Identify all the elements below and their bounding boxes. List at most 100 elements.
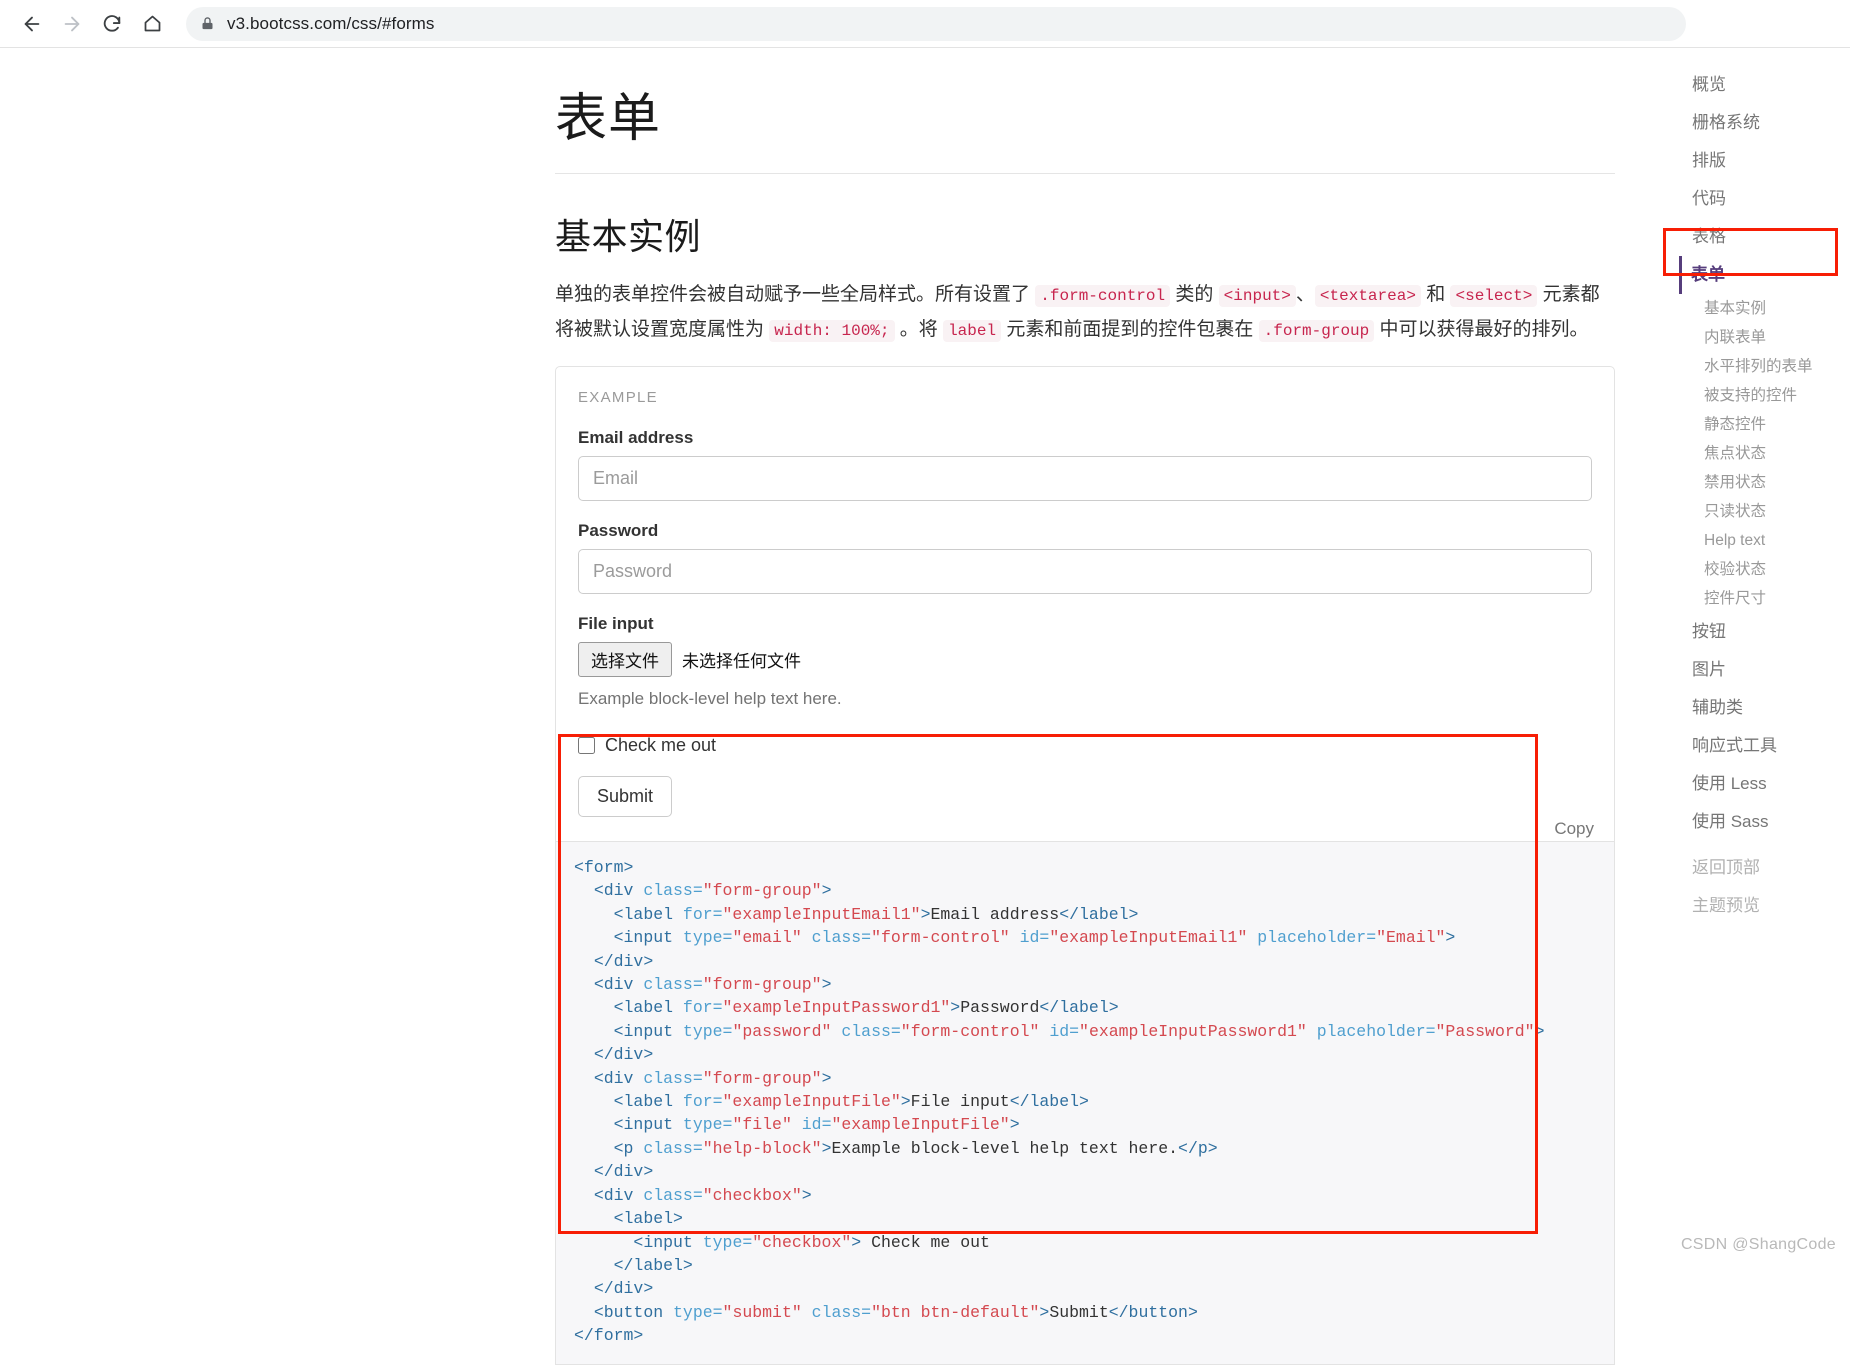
code-token: > [821,975,832,995]
sidebar-item-22[interactable]: 使用 Sass [1690,803,1840,841]
code-chip-textarea: <textarea> [1314,285,1421,307]
sidebar-item-6[interactable]: 基本实例 [1690,294,1840,323]
sidebar-item-15[interactable]: 校验状态 [1690,555,1840,584]
text-fragment: 。将 [894,319,944,340]
forward-button[interactable] [52,4,92,44]
sidebar-item-21[interactable]: 使用 Less [1690,765,1840,803]
code-token: <div [593,975,644,995]
home-button[interactable] [132,4,172,44]
code-token: <div [593,881,644,901]
code-token: </div> [593,1279,654,1299]
code-token: "checkbox" [752,1232,852,1252]
code-snippet[interactable]: <form> <div class="form-group"> <label f… [574,856,1596,1348]
code-token: placeholder= [1257,928,1377,948]
code-token: "exampleInputEmail1" [1049,928,1248,948]
code-token: </div> [593,1045,654,1065]
reload-button[interactable] [92,4,132,44]
sidebar-item-13[interactable]: 只读状态 [1690,497,1840,526]
code-token: </label> [1059,904,1139,924]
code-token: id= [801,1115,832,1135]
code-token: "exampleInputFile" [831,1115,1010,1135]
sidebar-item-2[interactable]: 排版 [1690,142,1840,180]
code-token: > [801,1185,812,1205]
code-token: id= [1019,928,1050,948]
sidebar-item-3[interactable]: 代码 [1690,180,1840,218]
address-bar[interactable]: v3.bootcss.com/css/#forms [186,6,1686,41]
submit-button[interactable]: Submit [578,776,673,817]
code-token: > [1445,928,1456,948]
code-token: "email" [732,928,802,948]
text-fragment: 中可以获得最好的排列。 [1374,319,1589,340]
sidebar-item-9[interactable]: 被支持的控件 [1690,381,1840,410]
sidebar-item-11[interactable]: 焦点状态 [1690,439,1840,468]
code-token: > [821,881,832,901]
example-label: EXAMPLE [578,389,658,406]
code-token: > [821,1068,832,1088]
check-me-out-checkbox[interactable] [578,737,595,754]
sidebar-item-8[interactable]: 水平排列的表单 [1690,352,1840,381]
sidebar-footer-link-1[interactable]: 主题预览 [1690,887,1840,925]
code-token: type= [702,1232,753,1252]
sidebar-item-17[interactable]: 按钮 [1690,613,1840,651]
code-token: "btn btn-default" [871,1302,1040,1322]
code-chip-input: <input> [1218,285,1296,307]
sidebar-item-18[interactable]: 图片 [1690,651,1840,689]
code-token: </form> [574,1326,644,1346]
code-token: </label> [1009,1092,1089,1112]
file-input-row[interactable]: 选择文件 未选择任何文件 [578,642,1592,677]
back-button[interactable] [12,4,52,44]
home-icon [142,13,163,34]
copy-button[interactable]: Copy [1548,818,1600,840]
file-input-label: File input [578,614,654,633]
password-label: Password [578,521,659,540]
code-chip-width: width: 100%; [769,320,895,342]
code-token: <input [613,1021,683,1041]
help-block-text: Example block-level help text here. [578,689,842,708]
sidebar-item-16[interactable]: 控件尺寸 [1690,584,1840,613]
sidebar-footer-link-0[interactable]: 返回顶部 [1690,849,1840,887]
sidebar-item-10[interactable]: 静态控件 [1690,410,1840,439]
checkbox-row[interactable]: Check me out [578,735,1592,756]
email-input[interactable] [578,456,1592,501]
code-token: </div> [593,1162,654,1182]
choose-file-button[interactable]: 选择文件 [578,642,672,677]
email-label: Email address [578,428,694,447]
right-sidebar-nav: 概览 栅格系统 排版 代码 表格 表单 基本实例 内联表单 水平排列的表单 被支持的控件 静态控件焦… [1679,66,1840,925]
code-token: "checkbox" [702,1185,802,1205]
code-token: for= [682,998,723,1018]
code-token: Submit [1049,1302,1109,1322]
code-token: File input [910,1092,1010,1112]
text-fragment: 元素和前面提到的控件包裹在 [1001,319,1259,340]
code-token: </div> [593,951,654,971]
sidebar-item-19[interactable]: 辅助类 [1690,689,1840,727]
sidebar-item-14[interactable]: Help text [1690,526,1840,555]
code-token: > [900,1092,911,1112]
form-group-email: Email address [578,428,1592,501]
page-title: 表单 [555,68,1615,174]
sidebar-item-5[interactable]: 表单 [1679,256,1840,294]
code-block-container: Copy <form> <div class="form-group"> <la… [555,819,1615,1365]
example-panel: EXAMPLE Email address Password File inpu… [555,366,1615,842]
sidebar-item-1[interactable]: 栅格系统 [1690,104,1840,142]
code-token: "form-control" [871,928,1010,948]
sidebar-item-4[interactable]: 表格 [1690,218,1840,256]
code-token: class= [643,1068,703,1088]
code-token: "form-control" [900,1021,1040,1041]
sidebar-item-20[interactable]: 响应式工具 [1690,727,1840,765]
code-token: class= [811,1302,872,1322]
sidebar-item-0[interactable]: 概览 [1690,66,1840,104]
password-input[interactable] [578,549,1592,594]
sidebar-item-12[interactable]: 禁用状态 [1690,468,1840,497]
url-text: v3.bootcss.com/css/#forms [227,13,435,33]
sidebar-item-7[interactable]: 内联表单 [1690,323,1840,352]
code-token: "file" [732,1115,792,1135]
